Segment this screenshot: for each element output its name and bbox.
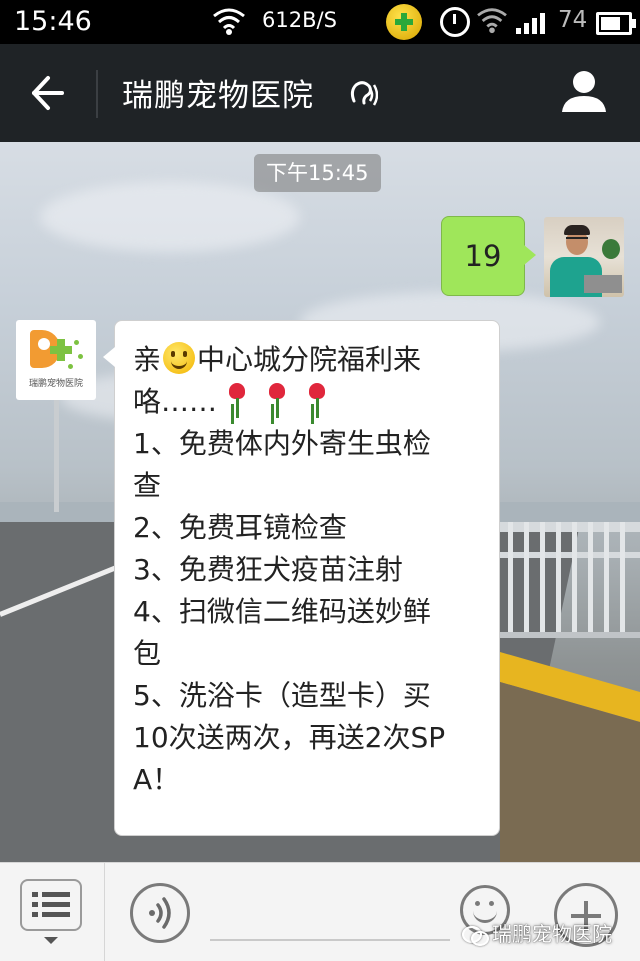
message-line: 5、洗浴卡（造型卡）买 — [133, 679, 431, 712]
message-text: 中心城分院福利来 — [197, 343, 422, 376]
menu-list-button[interactable] — [20, 879, 82, 931]
message-bubble-hospital[interactable]: 亲 中心城分院福利来 咯…… 1、免费体内外寄生虫检 查 2、免费耳镜检查 3、免… — [103, 320, 500, 836]
rose-emoji — [224, 381, 250, 421]
wifi-icon — [213, 8, 245, 35]
chat-title: 瑞鹏宠物医院 — [122, 78, 314, 114]
avatar-laptop — [584, 275, 622, 293]
message-bubble-self[interactable]: 19 — [441, 216, 536, 296]
message-line: 亲 中心城分院福利来 — [133, 339, 485, 381]
message-line: 包 — [133, 637, 162, 670]
voice-icon — [149, 897, 171, 929]
rose-emoji — [264, 381, 290, 421]
input-bar: 瑞鹏宠物医院 — [0, 862, 640, 961]
message-line: 1、免费体内外寄生虫检 — [133, 427, 431, 460]
background-railing — [500, 522, 640, 862]
background-cloud — [40, 182, 300, 252]
message-input[interactable] — [210, 887, 450, 941]
earpiece-icon — [350, 81, 378, 106]
message-line: 2、免费耳镜检查 — [133, 511, 347, 544]
header-divider — [96, 70, 98, 118]
status-time: 15:46 — [14, 6, 92, 37]
message-line: 4、扫微信二维码送妙鲜 — [133, 595, 431, 628]
hospital-logo-dot — [74, 340, 79, 345]
hospital-logo-cross — [57, 339, 65, 361]
voice-button[interactable] — [130, 883, 190, 943]
message-line: 3、免费狂犬疫苗注射 — [133, 553, 403, 586]
rose-emoji — [304, 381, 330, 421]
hospital-logo-text: 瑞鹏宠物医院 — [28, 379, 83, 389]
wechat-icon — [462, 924, 489, 946]
chat-area[interactable]: 下午15:45 19 瑞鹏宠物医院 亲 中心城分院福利来 咯…… 1、免费体内外寄… — [0, 142, 640, 862]
hospital-logo-dot — [78, 354, 83, 359]
profile-icon[interactable] — [560, 68, 608, 114]
message-line: 查 — [133, 469, 162, 502]
message-text: 亲 — [133, 343, 162, 376]
message-line: 咯…… — [133, 381, 485, 423]
signal-icon — [516, 13, 545, 34]
menu-list-icon — [32, 892, 70, 917]
battery-level: 74 — [558, 7, 588, 33]
avatar-glasses — [566, 237, 588, 243]
battery-icon — [596, 12, 636, 35]
message-timestamp: 下午15:45 — [254, 154, 381, 192]
watermark: 瑞鹏宠物医院 — [462, 917, 612, 951]
message-line: 10次送两次，再送2次SP — [133, 721, 446, 754]
smiley-emoji — [163, 342, 196, 374]
network-speed: 612B/S — [262, 8, 337, 32]
watermark-text: 瑞鹏宠物医院 — [492, 922, 612, 946]
message-line: A！ — [133, 763, 181, 796]
chat-header: 瑞鹏宠物医院 — [0, 44, 640, 142]
hospital-logo-dot — [68, 364, 73, 369]
avatar-background-plant — [602, 239, 620, 259]
avatar-hair — [564, 225, 590, 235]
back-arrow-icon[interactable] — [24, 70, 70, 116]
status-bar: 15:46 612B/S 74 — [0, 0, 640, 44]
alarm-icon — [440, 7, 470, 37]
360-security-icon — [386, 4, 422, 40]
wifi-icon — [477, 8, 507, 34]
avatar-hospital[interactable]: 瑞鹏宠物医院 — [16, 320, 96, 400]
chevron-down-icon — [44, 937, 58, 944]
message-text: 咯…… — [133, 385, 218, 418]
input-bar-divider — [104, 863, 105, 961]
avatar-self[interactable] — [544, 217, 624, 297]
